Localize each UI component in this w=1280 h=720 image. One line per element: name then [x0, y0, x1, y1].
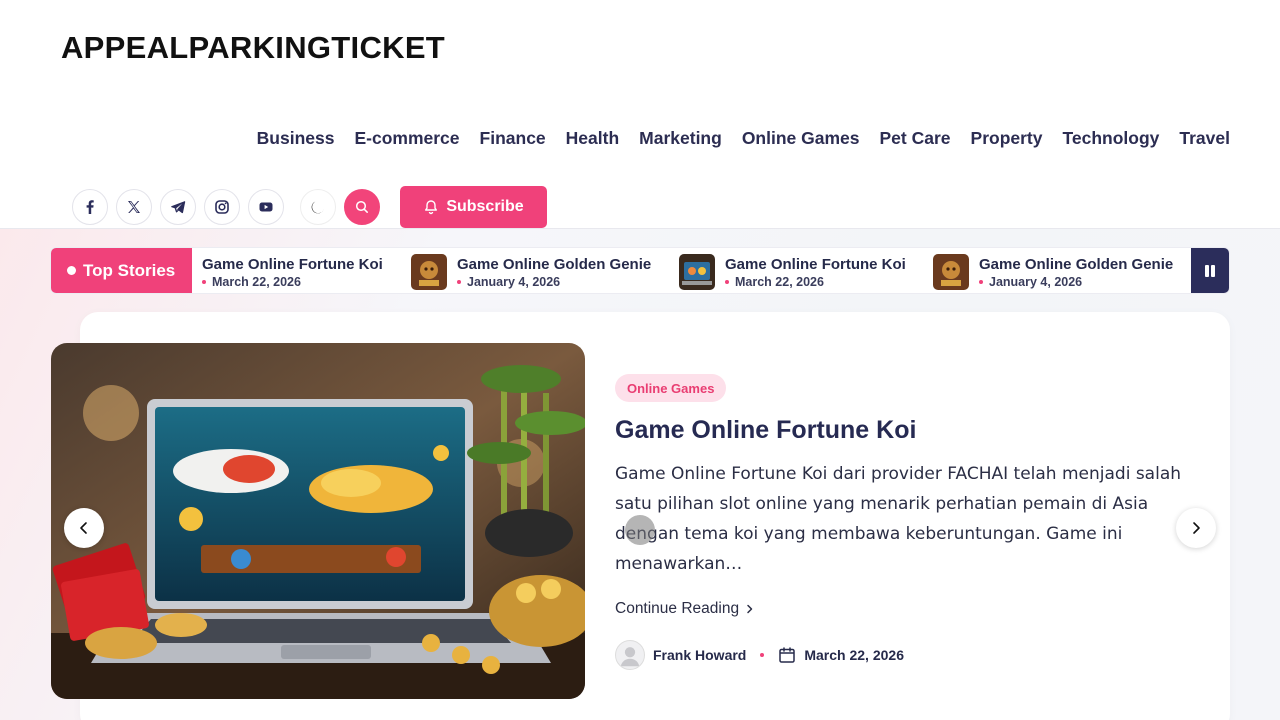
nav-item-property[interactable]: Property	[971, 128, 1043, 149]
post-date: March 22, 2026	[804, 647, 904, 663]
ticker-date-dot	[979, 279, 983, 284]
ticker-date-dot	[202, 279, 206, 284]
social-links	[72, 189, 380, 225]
ticker-thumbnail	[933, 254, 969, 290]
calendar-icon	[779, 647, 796, 663]
ticker-item-title: Game Online Golden Genie	[979, 255, 1174, 273]
facebook-link[interactable]	[72, 189, 108, 225]
ticker-pause-button[interactable]	[1191, 248, 1229, 293]
slider-prev-button[interactable]	[64, 508, 104, 548]
ticker-label: Top Stories	[51, 248, 192, 293]
post-meta: Frank Howard March 22, 2026	[615, 640, 904, 670]
top-stories-ticker: Top Stories Game Online Fortune Koi Marc…	[50, 247, 1230, 294]
search-icon	[355, 200, 368, 213]
x-icon	[128, 201, 140, 213]
meta-separator	[760, 653, 765, 657]
ticker-item-date: January 4, 2026	[989, 274, 1083, 289]
ticker-items: Game Online Fortune Koi March 22, 2026 G…	[192, 248, 1191, 293]
bell-icon	[425, 200, 438, 215]
search-button[interactable]	[344, 189, 380, 225]
ticker-item[interactable]: Game Online Golden Genie January 4, 2026	[411, 254, 651, 290]
main-nav: Business E-commerce Finance Health Marke…	[257, 128, 1230, 149]
nav-item-ecommerce[interactable]: E-commerce	[354, 128, 459, 149]
continue-reading-label: Continue Reading	[615, 600, 740, 617]
ticker-item-title: Game Online Fortune Koi	[202, 255, 383, 273]
ticker-item-date: March 22, 2026	[735, 274, 824, 289]
nav-item-technology[interactable]: Technology	[1062, 128, 1159, 149]
ticker-thumbnail	[411, 254, 447, 290]
youtube-link[interactable]	[248, 189, 284, 225]
featured-image[interactable]	[51, 343, 585, 699]
post-excerpt: Game Online Fortune Koi dari provider FA…	[615, 464, 1182, 574]
nav-item-pet-care[interactable]: Pet Care	[880, 128, 951, 149]
post-title[interactable]: Game Online Fortune Koi	[615, 416, 916, 445]
facebook-icon	[86, 200, 94, 214]
ticker-item-date: March 22, 2026	[212, 274, 301, 289]
mouse-cursor-indicator	[625, 515, 655, 545]
ticker-date-dot	[457, 279, 461, 284]
author-avatar[interactable]	[615, 640, 645, 670]
telegram-icon	[171, 201, 186, 214]
user-icon	[620, 647, 640, 667]
nav-item-health[interactable]: Health	[566, 128, 619, 149]
continue-reading-link[interactable]: Continue Reading	[615, 600, 755, 618]
dark-mode-toggle[interactable]	[300, 189, 336, 225]
ticker-item-title: Game Online Fortune Koi	[725, 255, 906, 273]
nav-item-finance[interactable]: Finance	[480, 128, 546, 149]
x-link[interactable]	[116, 189, 152, 225]
nav-item-online-games[interactable]: Online Games	[742, 128, 860, 149]
nav-item-business[interactable]: Business	[257, 128, 335, 149]
author-name[interactable]: Frank Howard	[653, 647, 746, 663]
chevron-left-icon	[80, 522, 87, 534]
pause-icon	[1205, 264, 1215, 277]
ticker-label-text: Top Stories	[83, 260, 176, 280]
subscribe-button[interactable]: Subscribe	[400, 186, 547, 228]
chevron-right-icon	[747, 604, 753, 614]
ticker-item-title: Game Online Golden Genie	[457, 255, 652, 273]
category-badge[interactable]: Online Games	[615, 374, 727, 402]
subscribe-label: Subscribe	[446, 198, 524, 215]
ticker-dot	[67, 266, 76, 275]
instagram-link[interactable]	[204, 189, 240, 225]
instagram-icon	[215, 200, 229, 214]
moon-icon	[311, 201, 324, 214]
ticker-thumbnail	[679, 254, 715, 290]
nav-item-travel[interactable]: Travel	[1179, 128, 1230, 149]
nav-item-marketing[interactable]: Marketing	[639, 128, 722, 149]
telegram-link[interactable]	[160, 189, 196, 225]
ticker-item-date: January 4, 2026	[467, 274, 561, 289]
youtube-icon	[259, 202, 273, 212]
ticker-item[interactable]: Game Online Golden Genie January 4, 2026	[933, 254, 1173, 290]
chevron-right-icon	[1193, 522, 1200, 534]
ticker-item[interactable]: Game Online Fortune Koi March 22, 2026	[192, 254, 383, 290]
site-title[interactable]: APPEALPARKINGTICKET	[61, 30, 445, 66]
ticker-item[interactable]: Game Online Fortune Koi March 22, 2026	[679, 254, 906, 290]
ticker-date-dot	[725, 279, 729, 284]
